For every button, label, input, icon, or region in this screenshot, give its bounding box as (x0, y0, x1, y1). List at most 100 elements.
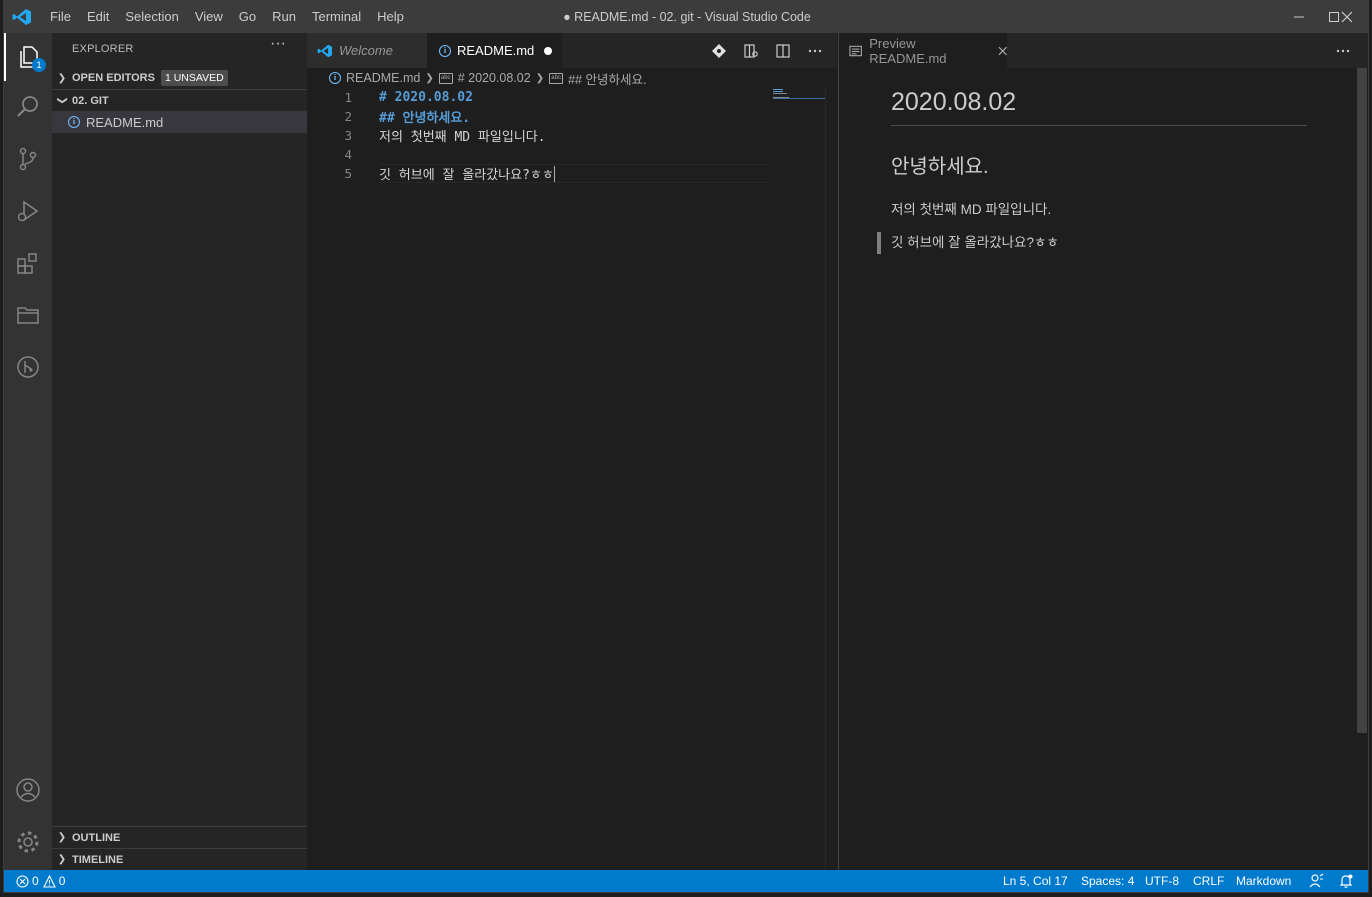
code-line: 3 저의 첫번째 MD 파일입니다. (307, 126, 767, 145)
chevron-right-icon: ❯ (535, 72, 545, 84)
explorer-sidebar: EXPLORER ··· ❯ OPEN EDITORS 1 UNSAVED ❯ … (52, 33, 307, 870)
chevron-right-icon: ❯ (57, 832, 67, 843)
code-editor[interactable]: 1 # 2020.08.02 2 ## 안녕하세요. 3 저의 첫번째 MD 파… (307, 88, 837, 870)
search-icon (17, 96, 38, 117)
source-control-activity[interactable] (4, 135, 52, 183)
git-graph-activity[interactable] (4, 343, 52, 391)
markdown-preview[interactable]: 2020.08.02 안녕하세요. 저의 첫번째 MD 파일입니다. 깃 허브에… (838, 68, 1368, 870)
breadcrumb-file[interactable]: README.md (346, 71, 420, 85)
run-debug-activity[interactable] (4, 187, 52, 235)
more-icon (808, 49, 822, 52)
preview-scrollbar[interactable] (1357, 68, 1367, 733)
bell-icon (1339, 874, 1353, 888)
menu-run[interactable]: Run (264, 1, 304, 33)
indentation-status[interactable]: Spaces: 4 (1081, 870, 1134, 892)
eol-status[interactable]: CRLF (1193, 870, 1224, 892)
info-icon: i (68, 116, 80, 128)
close-window-button[interactable] (1324, 1, 1368, 33)
file-item-readme[interactable]: i README.md (52, 111, 307, 133)
chevron-right-icon: ❯ (425, 72, 434, 84)
line-number: 3 (344, 128, 352, 143)
chevron-right-icon: ❯ (57, 72, 67, 84)
editor-tab-bar: Welcome i README.md (307, 33, 837, 68)
search-activity[interactable] (4, 83, 52, 131)
preview-more-button[interactable] (1329, 33, 1357, 68)
minimize-icon (1294, 16, 1304, 18)
line-number: 2 (344, 109, 352, 124)
problems-status[interactable]: 0 0 (16, 870, 65, 892)
sidebar-more-button[interactable]: ··· (270, 35, 286, 53)
run-debug-icon (17, 200, 39, 222)
preview-blockquote: 깃 허브에 잘 올라갔나요?ㅎㅎ (877, 232, 1059, 254)
tab-welcome[interactable]: Welcome (307, 33, 427, 68)
preview-icon (744, 43, 758, 58)
folder-activity[interactable] (4, 291, 52, 339)
close-icon[interactable] (998, 46, 1007, 56)
preview-tab-bar: Preview README.md (838, 33, 1368, 68)
manage-activity[interactable] (4, 818, 52, 866)
open-editors-label: OPEN EDITORS (72, 72, 155, 84)
tab-preview[interactable]: Preview README.md (839, 33, 1007, 68)
tab-readme[interactable]: i README.md (427, 33, 562, 68)
line-text: # 2020.08.02 (379, 90, 473, 105)
breadcrumb-heading-1[interactable]: # 2020.08.02 (458, 71, 531, 85)
sidebar-title: EXPLORER (72, 43, 134, 55)
git-compare-icon (712, 43, 726, 58)
menu-file[interactable]: File (42, 1, 79, 33)
preview-paragraph: 저의 첫번째 MD 파일입니다. (891, 202, 1052, 217)
minimap[interactable] (773, 88, 825, 102)
tab-label: README.md (457, 43, 535, 58)
open-preview-side-button[interactable] (737, 33, 765, 68)
open-editors-header[interactable]: ❯ OPEN EDITORS 1 UNSAVED (52, 67, 307, 89)
editor-more-button[interactable] (801, 33, 829, 68)
editor-scrollbar[interactable] (825, 88, 839, 870)
outline-header[interactable]: ❯ OUTLINE (52, 826, 307, 848)
language-mode-status[interactable]: Markdown (1236, 870, 1291, 892)
error-icon (16, 874, 29, 888)
extensions-icon (17, 253, 37, 274)
menu-view[interactable]: View (187, 1, 231, 33)
line-text: 저의 첫번째 MD 파일입니다. (379, 130, 546, 145)
line-number: 4 (344, 147, 352, 162)
info-icon: i (439, 44, 451, 57)
explorer-badge: 1 (32, 58, 46, 72)
line-number: 5 (344, 166, 352, 181)
line-text: 깃 허브에 잘 올라갔나요?ㅎㅎ (379, 168, 554, 183)
code-line: 4 (307, 145, 767, 164)
menu-help[interactable]: Help (369, 1, 412, 33)
breadcrumb-heading-2[interactable]: ## 안녕하세요. (568, 69, 646, 88)
unsaved-dot-icon[interactable] (544, 46, 553, 55)
feedback-button[interactable] (1308, 870, 1324, 892)
cursor-position-status[interactable]: Ln 5, Col 17 (1003, 870, 1068, 892)
file-name: README.md (86, 114, 164, 130)
explorer-activity[interactable]: 1 (4, 33, 52, 81)
vscode-logo-icon (317, 44, 332, 57)
notifications-button[interactable] (1338, 870, 1354, 892)
open-changes-button[interactable] (705, 33, 733, 68)
encoding-status[interactable]: UTF-8 (1145, 870, 1179, 892)
string-symbol-icon: abc (549, 72, 564, 84)
folder-icon (17, 307, 39, 324)
warning-count: 0 (58, 874, 66, 888)
preview-heading-1: 2020.08.02 (891, 88, 1307, 126)
breadcrumb: i README.md ❯ abc # 2020.08.02 ❯ abc ## … (307, 68, 837, 88)
menu-go[interactable]: Go (231, 1, 264, 33)
extensions-activity[interactable] (4, 239, 52, 287)
split-editor-button[interactable] (769, 33, 797, 68)
preview-heading-2: 안녕하세요. (891, 156, 989, 178)
code-line: 5 깃 허브에 잘 올라갔나요?ㅎㅎ (307, 164, 767, 183)
menu-terminal[interactable]: Terminal (304, 1, 369, 33)
more-icon (1336, 49, 1350, 52)
folder-header[interactable]: ❯ 02. GIT (52, 89, 307, 111)
code-line: 1 # 2020.08.02 (307, 88, 767, 107)
string-symbol-icon: abc (438, 72, 453, 84)
timeline-header[interactable]: ❯ TIMELINE (52, 848, 307, 870)
accounts-activity[interactable] (4, 766, 52, 814)
timeline-label: TIMELINE (72, 853, 124, 866)
vscode-logo-icon (12, 9, 31, 25)
minimize-button[interactable] (1276, 1, 1322, 33)
tab-label: Welcome (339, 43, 393, 58)
error-count: 0 (32, 874, 39, 888)
menu-selection[interactable]: Selection (117, 1, 186, 33)
menu-edit[interactable]: Edit (79, 1, 117, 33)
